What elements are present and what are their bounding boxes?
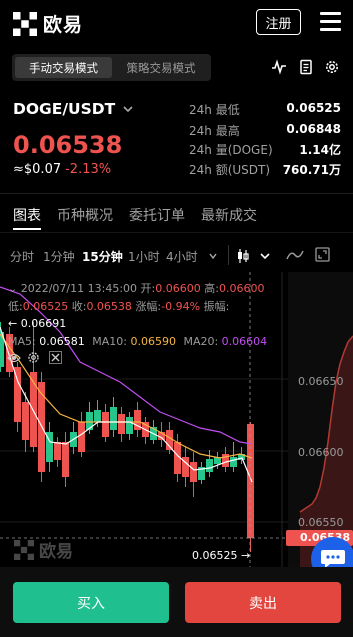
interval-4h[interactable]: 4小时 [166,248,198,265]
trade-mode-switch: 手动交易模式 策略交易模式 [12,54,211,81]
document-icon[interactable] [298,59,314,75]
amplitude-label: 振幅: [203,300,230,313]
usd-price: ≈$0.07 [13,162,62,177]
low-value: 0.06525 [22,300,69,313]
y-tick: 0.06650 [298,375,344,388]
high-value: 0.06600 [218,282,265,295]
tab-latest-trades[interactable]: 最新成交 [201,205,257,225]
tab-orders[interactable]: 委托订单 [129,205,185,225]
okx-watermark-icon [14,539,34,560]
candle-body [22,402,29,440]
candle-body [230,457,237,467]
candle-body [206,459,213,472]
sell-button[interactable]: 卖出 [185,582,341,623]
okx-logo[interactable]: 欧易 [13,10,83,37]
candle-body [126,417,133,434]
candle-body [102,412,109,437]
ma5-value: 0.06581 [39,335,85,348]
divider [0,193,353,194]
candlestick-type-icon[interactable] [236,248,250,264]
chart-type-dropdown-icon[interactable] [259,251,271,261]
close-value: 0.06538 [86,300,132,313]
collapse-chevron[interactable]: ⌄ [8,282,17,295]
buy-button[interactable]: 买入 [13,582,169,623]
close-icon[interactable] [49,351,62,364]
okx-watermark: 欧易 [14,537,73,562]
y-tick: 0.06600 [298,446,344,459]
eye-icon[interactable] [7,352,21,364]
change-value: -0.94% [161,300,201,313]
ohlc-row-2: 低:0.06525 收:0.06538 涨幅:-0.94% 振幅: [8,298,229,314]
pair-selector[interactable]: DOGE/USDT [13,100,135,118]
candle-body [86,412,93,430]
change-label: 涨幅: [135,300,162,313]
logo-name: 欧易 [43,14,84,36]
high-label: 高: [204,282,219,295]
open-value: 0.06600 [155,282,201,295]
candle-body [190,462,197,482]
close-label: 收: [71,300,87,313]
indicator-curve-icon[interactable] [286,248,304,262]
chevron-down-icon [123,106,133,113]
ma10-value: 0.06590 [130,335,176,348]
interval-more-icon[interactable] [208,251,218,261]
stat-value-volume: 1.14亿 [299,143,341,157]
interval-1h[interactable]: 1小时 [128,248,160,265]
fullscreen-icon[interactable] [315,247,330,262]
low-label: 低: [8,300,23,313]
tab-strategy-trading[interactable]: 策略交易模式 [114,57,208,78]
hamburger-menu-icon[interactable] [320,12,341,31]
open-label: 开: [140,282,156,295]
last-price: 0.06538 [13,131,123,159]
app: 欧易 注册 手动交易模式 策略交易模式 DOGE/USDT 0.06538 ≈$… [0,0,353,637]
candle-body [247,424,254,538]
interval-1m[interactable]: 1分钟 [43,248,75,265]
separator [228,245,229,265]
price-change: -2.13% [65,162,112,177]
tab-chart[interactable]: 图表 [13,205,41,225]
active-tab-indicator [13,228,41,230]
high-marker: ← 0.06691 [8,317,67,330]
stat-value-low: 0.06525 [286,101,341,115]
candle-datetime: 2022/07/11 13:45:00 [20,282,138,295]
candle-body [14,367,21,422]
candle-body [118,414,125,434]
register-button[interactable]: 注册 [256,9,301,35]
tab-manual-trading[interactable]: 手动交易模式 [15,57,112,78]
stat-label-volume: 24h 量(DOGE) [189,143,273,157]
candle-body [94,410,101,422]
okx-logo-icon [13,11,37,36]
stat-label-turnover: 24h 额(USDT) [189,163,271,177]
price-sub: ≈$0.07 -2.13% [13,162,111,177]
top-header: 欧易 注册 [0,0,353,46]
stat-label-low: 24h 最低 [189,103,240,117]
pulse-icon[interactable] [271,59,287,75]
candle-body [62,442,69,477]
stat-value-high: 0.06848 [286,122,341,136]
ma5-label: MA5: [8,335,36,348]
settings-gear-icon[interactable] [324,59,340,75]
ma20-label: MA20: [183,335,219,348]
y-tick: 0.06550 [298,516,344,529]
stat-label-high: 24h 最高 [189,124,240,138]
interval-15m[interactable]: 15分钟 [82,248,123,265]
stat-value-turnover: 760.71万 [282,163,341,177]
divider [0,232,353,233]
ma20-value: 0.06604 [221,335,268,348]
candle-body [54,442,61,460]
indicator-settings-icon[interactable] [27,351,40,364]
candle-body [78,422,85,452]
ma-legend: MA5: 0.06581 MA10: 0.06590 MA20: 0.06604 [8,335,267,348]
candle-body [110,407,117,430]
ma10-label: MA10: [92,335,127,348]
ohlc-row-1: ⌄ 2022/07/11 13:45:00 开:0.06600 高:0.0660… [8,280,264,296]
pair-name: DOGE/USDT [13,100,116,118]
watermark-name: 欧易 [39,542,73,562]
low-marker: 0.06525 → [192,549,251,562]
interval-timeline[interactable]: 分时 [10,248,34,265]
tab-coin-overview[interactable]: 币种概况 [57,205,113,225]
